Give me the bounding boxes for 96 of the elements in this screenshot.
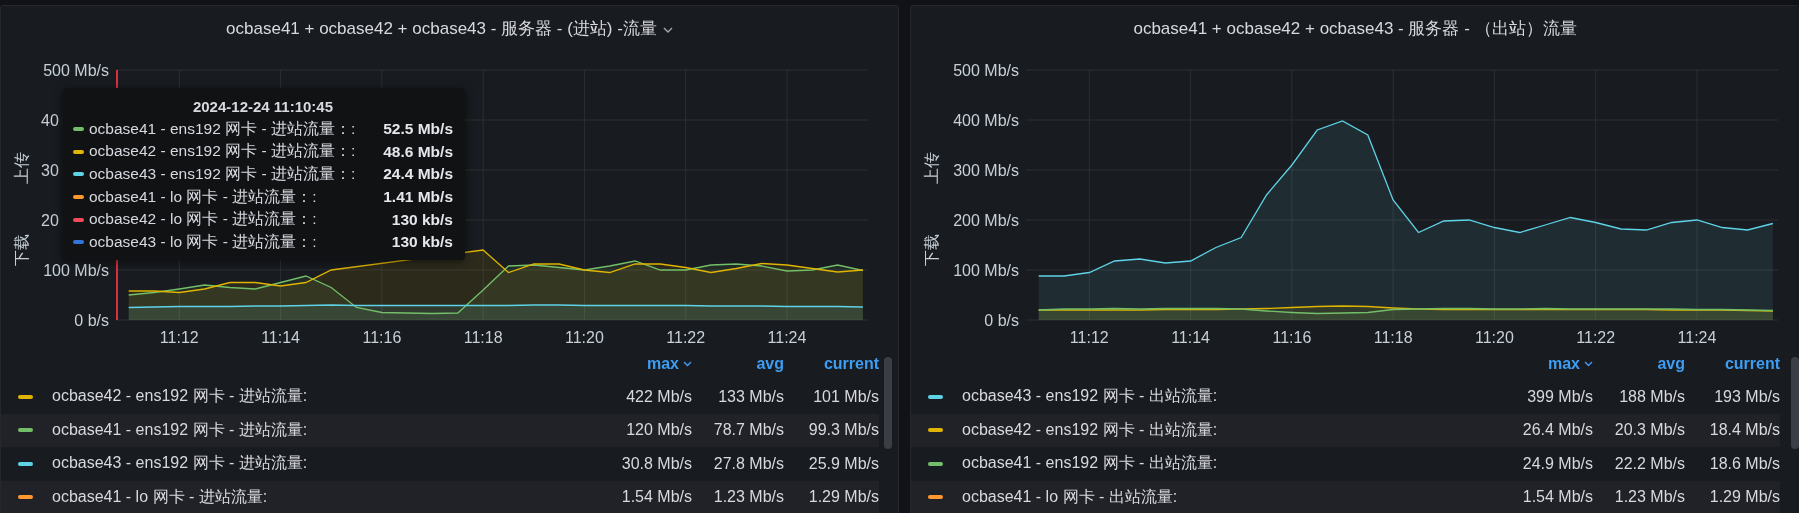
scrollbar[interactable] <box>1791 357 1799 449</box>
table-cell: 27.8 Mb/s <box>713 454 784 473</box>
series-name: ocbase41 - lo 网卡 - 进站流量: <box>51 486 269 507</box>
axis-tick-label: 11:24 <box>1677 329 1717 346</box>
series-name: ocbase41 - ens192 网卡 - 出站流量: <box>961 453 1219 474</box>
series-name: ocbase43 - ens192 网卡 - 进站流量：: <box>89 164 357 184</box>
axis-tick-label: 400 Mb/s <box>953 112 1019 129</box>
table-cell: 25.9 Mb/s <box>808 454 879 473</box>
sort-caret-icon <box>1584 360 1593 367</box>
table-cell: 422 Mb/s <box>626 387 692 406</box>
scrollbar[interactable] <box>884 357 892 449</box>
table-cell: 1.29 Mb/s <box>808 488 879 507</box>
tooltip-time: 2024-12-24 11:10:45 <box>191 97 335 117</box>
table-cell: 1.54 Mb/s <box>621 488 692 507</box>
series-name: ocbase41 - ens192 网卡 - 进站流量: <box>51 419 309 440</box>
legend-row[interactable]: ocbase42 - ens192 网卡 - 出站流量: 26.4 Mb/s 20.3 Mb/s 18.4 Mb/s <box>911 413 1780 447</box>
table-cell: 120 Mb/s <box>626 421 692 440</box>
legend-row[interactable]: ocbase41 - ens192 网卡 - 进站流量: 120 Mb/s 78.7 Mb/s 99.3 Mb/s <box>1 413 879 447</box>
series-value: 52.5 Mb/s <box>383 120 453 139</box>
table-cell: 1.23 Mb/s <box>1614 488 1685 507</box>
axis-tick-label: 30 <box>41 162 59 179</box>
axis-tick-label: 200 Mb/s <box>953 212 1019 229</box>
axis-tick-label: 11:14 <box>1171 329 1210 346</box>
table-cell: 78.7 Mb/s <box>713 421 784 440</box>
axis-tick-label: 11:14 <box>261 329 300 346</box>
table-cell: 188 Mb/s <box>1619 387 1685 406</box>
axis-tick-label: 11:24 <box>767 329 807 346</box>
table-cell: 99.3 Mb/s <box>808 421 879 440</box>
axis-tick-label: 11:16 <box>362 329 402 346</box>
axis-tick-label: 11:20 <box>565 329 604 346</box>
table-cell: 18.6 Mb/s <box>1709 454 1780 473</box>
axis-label: 上传 <box>923 152 940 184</box>
sort-caret-icon <box>683 360 692 367</box>
axis-tick-label: 11:18 <box>1373 329 1413 346</box>
series-name: ocbase41 - ens192 网卡 - 进站流量：: <box>89 118 357 139</box>
legend-row[interactable]: ocbase42 - ens192 网卡 - 进站流量: 422 Mb/s 133 Mb/s 101 Mb/s <box>1 380 879 414</box>
table-cell: 101 Mb/s <box>813 387 879 406</box>
axis-tick-label: 11:22 <box>1576 329 1616 346</box>
axis-label: 下载 <box>923 234 940 266</box>
table-cell: 133 Mb/s <box>718 387 784 406</box>
series-name: ocbase42 - ens192 网卡 - 出站流量: <box>961 419 1219 440</box>
table-cell: 1.54 Mb/s <box>1522 488 1593 507</box>
axis-tick-label: 11:18 <box>463 329 503 346</box>
table-cell: 24.9 Mb/s <box>1522 454 1593 473</box>
axis-tick-label: 100 Mb/s <box>953 262 1019 279</box>
table-cell: 1.29 Mb/s <box>1709 488 1780 507</box>
column-header[interactable]: current <box>1724 354 1780 373</box>
series-value: 1.41 Mb/s <box>383 188 453 207</box>
axis-tick-label: 40 <box>41 112 59 129</box>
table-cell: 193 Mb/s <box>1714 387 1780 406</box>
series-value: 130 kb/s <box>391 210 453 229</box>
axis-tick-label: 0 b/s <box>74 312 109 329</box>
axis-tick-label: 11:12 <box>1069 329 1109 346</box>
panel-title[interactable]: ocbase41 + ocbase42 + ocbase43 - 服务器 - （出站）流量 <box>1133 16 1577 40</box>
table-cell: 18.4 Mb/s <box>1709 421 1780 440</box>
column-header[interactable]: max <box>1547 354 1593 373</box>
table-cell: 30.8 Mb/s <box>621 454 692 473</box>
series-name: ocbase43 - ens192 网卡 - 进站流量: <box>51 453 309 474</box>
series-name: ocbase41 - lo 网卡 - 进站流量：: <box>89 186 318 207</box>
series-value: 130 kb/s <box>391 233 453 252</box>
column-header[interactable]: current <box>823 354 879 373</box>
legend-row[interactable]: ocbase41 - lo 网卡 - 进站流量: 1.54 Mb/s 1.23 Mb/s 1.29 Mb/s <box>1 480 879 513</box>
axis-tick-label: 11:16 <box>1272 329 1312 346</box>
column-header[interactable]: max <box>646 354 692 373</box>
axis-tick-label: 500 Mb/s <box>953 62 1019 79</box>
legend-row[interactable]: ocbase41 - ens192 网卡 - 出站流量: 24.9 Mb/s 22.2 Mb/s 18.6 Mb/s <box>911 447 1780 481</box>
axis-tick-label: 11:22 <box>666 329 706 346</box>
table-cell: 1.23 Mb/s <box>713 488 784 507</box>
series-name: ocbase42 - lo 网卡 - 进站流量：: <box>89 209 318 230</box>
axis-label: 上传 <box>13 152 30 184</box>
series-value: 24.4 Mb/s <box>383 165 453 184</box>
series-name: ocbase41 - lo 网卡 - 出站流量: <box>961 486 1179 507</box>
series-value: 48.6 Mb/s <box>383 142 453 161</box>
axis-tick-label: 11:20 <box>1475 329 1514 346</box>
panel-title[interactable]: ocbase41 + ocbase42 + ocbase43 - 服务器 - (进站) -流量 <box>226 16 657 40</box>
series-name: ocbase42 - ens192 网卡 - 进站流量: <box>51 386 309 407</box>
series-name: ocbase42 - ens192 网卡 - 进站流量：: <box>89 141 357 162</box>
axis-tick-label: 0 b/s <box>984 312 1019 329</box>
table-cell: 20.3 Mb/s <box>1614 421 1685 440</box>
legend-row[interactable]: ocbase41 - lo 网卡 - 出站流量: 1.54 Mb/s 1.23 Mb/s 1.29 Mb/s <box>911 480 1780 513</box>
column-header[interactable]: avg <box>1657 354 1685 373</box>
axis-tick-label: 20 <box>41 212 59 229</box>
table-cell: 399 Mb/s <box>1527 387 1593 406</box>
axis-tick-label: 100 Mb/s <box>43 262 109 279</box>
axis-tick-label: 300 Mb/s <box>953 162 1019 179</box>
legend-row[interactable]: ocbase43 - ens192 网卡 - 进站流量: 30.8 Mb/s 27.8 Mb/s 25.9 Mb/s <box>1 447 879 481</box>
series-name: ocbase43 - lo 网卡 - 进站流量：: <box>89 231 318 252</box>
axis-tick-label: 500 Mb/s <box>43 62 109 79</box>
table-cell: 22.2 Mb/s <box>1614 454 1685 473</box>
axis-label: 下载 <box>13 234 30 266</box>
legend-row[interactable]: ocbase43 - ens192 网卡 - 出站流量: 399 Mb/s 188 Mb/s 193 Mb/s <box>911 380 1780 414</box>
series-name: ocbase43 - ens192 网卡 - 出站流量: <box>961 386 1219 407</box>
column-header[interactable]: avg <box>756 354 784 373</box>
table-cell: 26.4 Mb/s <box>1522 421 1593 440</box>
axis-tick-label: 11:12 <box>159 329 199 346</box>
chevron-down-icon[interactable] <box>662 26 673 33</box>
